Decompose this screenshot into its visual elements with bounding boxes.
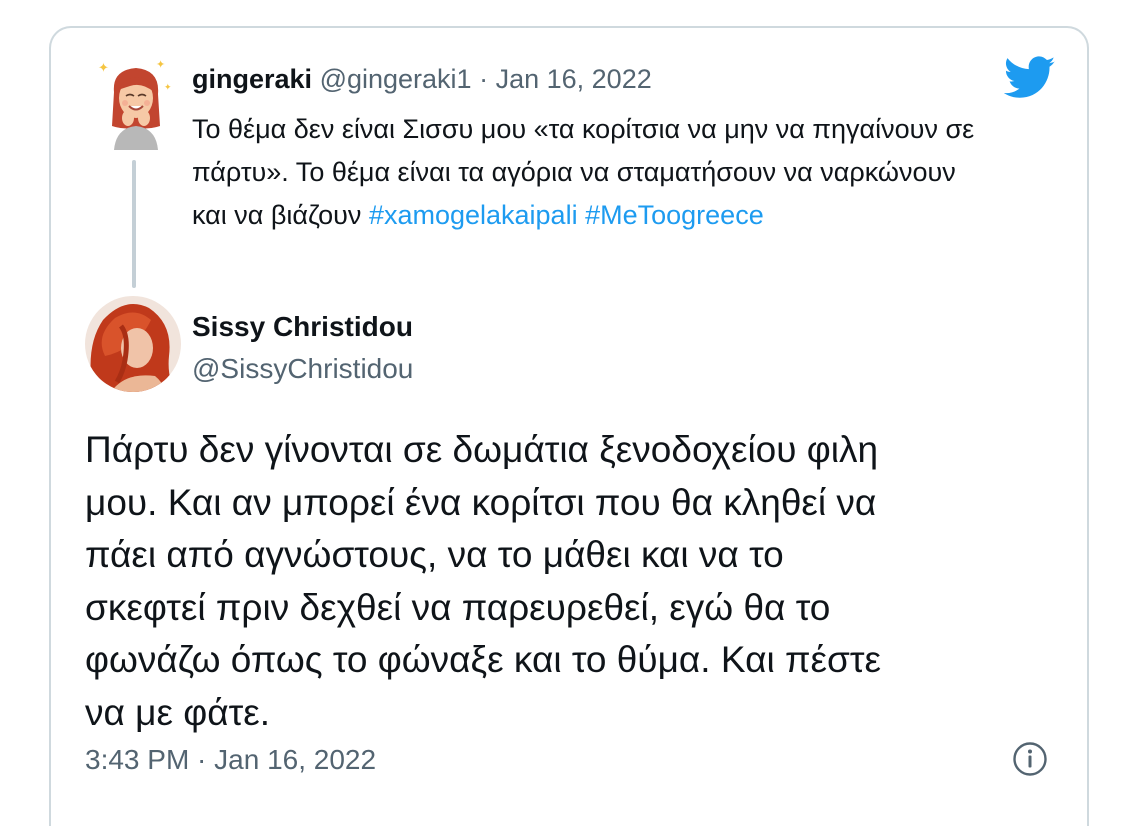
reply-text: Το θέμα δεν είναι Σισσυ μου «τα κορίτσια… (192, 108, 992, 237)
tweet-text-line: να με φάτε. (85, 691, 271, 733)
separator: · (479, 64, 489, 94)
reply-date[interactable]: Jan 16, 2022 (496, 64, 652, 94)
tweet-text-line: Πάρτυ δεν γίνονται σε δωμάτια ξενοδοχείο… (85, 429, 879, 470)
svg-text:✦: ✦ (98, 61, 109, 76)
thread-line (132, 160, 136, 288)
author-handle[interactable]: @SissyChristidou (192, 352, 413, 386)
reply-body: Το θέμα δεν είναι Σισσυ μου «τα κορίτσια… (192, 114, 975, 230)
hashtag-link[interactable]: #xamogelakaipali (369, 200, 578, 230)
profile-photo (85, 296, 181, 392)
tweet-timestamp[interactable]: 3:43 PM · Jan 16, 2022 (85, 743, 376, 777)
tweet-text-line: μου. Και αν μπορεί ένα κορίτσι που θα κλ… (85, 481, 877, 523)
author-avatar[interactable] (85, 296, 181, 392)
svg-text:✦: ✦ (164, 83, 172, 93)
author-display-name[interactable]: Sissy Christidou (192, 310, 413, 344)
avatar[interactable]: ✦ ✦ ✦ (96, 56, 176, 150)
tweet-text-line: πάει από αγνώστους, να το μάθει και να τ… (85, 534, 784, 575)
reply-header: gingeraki @gingeraki1 · Jan 16, 2022 (192, 62, 652, 96)
info-icon[interactable] (1012, 741, 1048, 777)
tweet-text-line: φωνάζω όπως το φώναξε και το θύμα. Και π… (85, 639, 881, 680)
tweet-text-line: σκεφτεί πριν δεχθεί να παρευρεθεί, εγώ θ… (85, 586, 831, 628)
tweet-text: Πάρτυ δεν γίνονται σε δωμάτια ξενοδοχείο… (85, 424, 1045, 739)
hashtag-link[interactable]: #MeToogreece (585, 200, 764, 230)
svg-text:✦: ✦ (156, 58, 165, 71)
reply-display-name[interactable]: gingeraki (192, 64, 312, 94)
reply-handle[interactable]: @gingeraki1 (320, 64, 472, 94)
twitter-bird-icon[interactable] (1004, 56, 1056, 100)
